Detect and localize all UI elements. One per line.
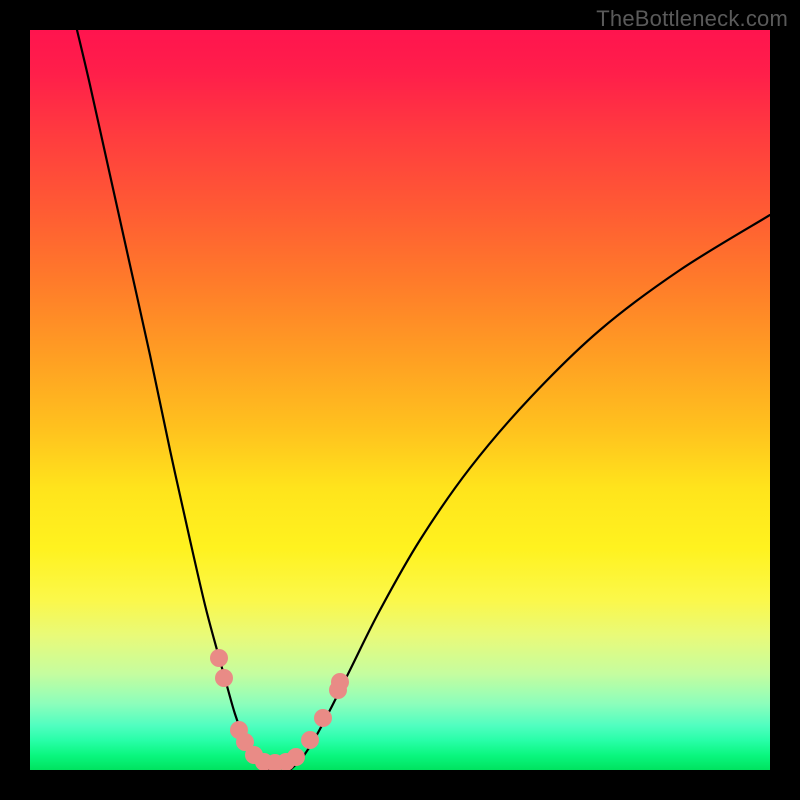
marker-dot — [210, 649, 228, 667]
left-curve — [77, 30, 270, 770]
marker-dot — [287, 748, 305, 766]
marker-group — [210, 649, 349, 770]
marker-dot — [314, 709, 332, 727]
marker-dot — [215, 669, 233, 687]
marker-dot — [331, 673, 349, 691]
right-curve — [290, 215, 770, 770]
outer-frame: TheBottleneck.com — [0, 0, 800, 800]
watermark-text: TheBottleneck.com — [596, 6, 788, 32]
marker-dot — [301, 731, 319, 749]
chart-svg — [30, 30, 770, 770]
chart-plot-area — [30, 30, 770, 770]
